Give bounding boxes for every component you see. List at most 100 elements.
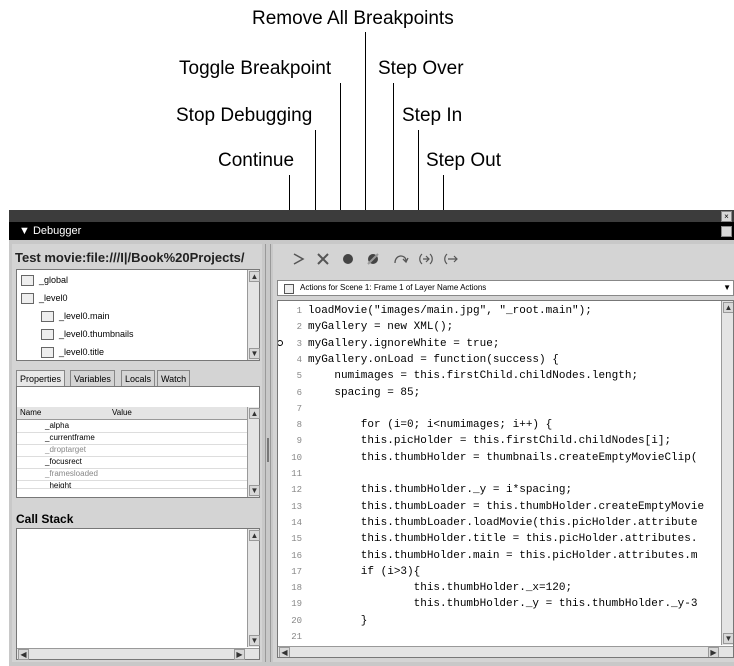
code-line[interactable]: 12 this.thumbHolder._y = i*spacing;	[278, 482, 723, 498]
script-icon	[284, 284, 294, 294]
stop-debugging-icon[interactable]	[314, 252, 332, 270]
code-line[interactable]: 5 numimages = this.firstChild.childNodes…	[278, 368, 723, 384]
code-line[interactable]: 9 this.picHolder = this.firstChild.child…	[278, 433, 723, 449]
scroll-left-icon[interactable]: ◀	[18, 649, 29, 660]
scroll-down-icon[interactable]: ▼	[723, 633, 733, 644]
toggle-breakpoint-callout: Toggle Breakpoint	[179, 58, 332, 79]
close-icon[interactable]: ×	[721, 211, 732, 222]
properties-scrollbar[interactable]: ▲ ▼	[247, 407, 260, 497]
code-text: myGallery.ignoreWhite = true;	[308, 337, 500, 350]
line-number: 5	[296, 371, 302, 382]
step-out-callout: Step Out	[426, 150, 501, 171]
chevron-down-icon[interactable]: ▼	[723, 281, 731, 295]
step-in-icon[interactable]	[417, 252, 435, 270]
code-text: spacing = 85;	[308, 386, 421, 399]
movieclip-icon	[41, 311, 54, 323]
code-text: this.picHolder = this.firstChild.childNo…	[308, 435, 672, 448]
code-line[interactable]: 13 this.thumbLoader = this.thumbHolder.c…	[278, 499, 723, 515]
code-line[interactable]: 19 this.thumbHolder._y = this.thumbHolde…	[278, 596, 723, 612]
properties-table: Name Value _alpha _currentframe _droptar…	[16, 386, 260, 498]
column-name: Name	[20, 408, 42, 417]
pane-splitter[interactable]	[265, 244, 271, 662]
splitter-grip[interactable]	[267, 438, 269, 462]
code-line[interactable]: 6 spacing = 85;	[278, 385, 723, 401]
line-number: 9	[296, 436, 302, 447]
code-text: if (i>3){	[308, 565, 421, 578]
line-number: 20	[291, 615, 302, 626]
scroll-up-icon[interactable]: ▲	[723, 302, 733, 313]
movieclip-icon	[21, 293, 34, 305]
tree-item[interactable]: _global	[21, 273, 68, 288]
scroll-up-icon[interactable]: ▲	[249, 530, 260, 541]
line-number: 6	[296, 387, 302, 398]
debugger-panel-header[interactable]: ▼ Debugger	[9, 222, 734, 240]
line-number: 13	[291, 501, 302, 512]
scroll-up-icon[interactable]: ▲	[249, 271, 260, 282]
code-hscrollbar[interactable]: ◀ ▶	[278, 646, 733, 657]
code-line[interactable]: 10 this.thumbHolder = thumbnails.createE…	[278, 450, 723, 466]
code-line[interactable]: 1 loadMovie("images/main.jpg", "_root.mai…	[278, 303, 723, 319]
tree-item[interactable]: _level0.main	[41, 309, 110, 324]
code-line[interactable]: 15 this.thumbHolder.title = this.picHold…	[278, 531, 723, 547]
code-line[interactable]: 7	[278, 401, 723, 417]
code-line[interactable]: 17 if (i>3){	[278, 564, 723, 580]
table-header: Name Value	[17, 407, 249, 420]
scroll-up-icon[interactable]: ▲	[249, 408, 260, 419]
scroll-right-icon[interactable]: ▶	[708, 647, 719, 657]
line-number: 16	[291, 550, 302, 561]
tree-item[interactable]: _level0	[21, 291, 68, 306]
movie-title: Test movie:file:///I|/Book%20Projects/	[15, 250, 245, 265]
line-number: 15	[291, 534, 302, 545]
code-text: this.thumbLoader = this.thumbHolder.crea…	[308, 500, 705, 513]
code-line[interactable]: 16 this.thumbHolder.main = this.picHolde…	[278, 548, 723, 564]
scroll-down-icon[interactable]: ▼	[249, 635, 260, 646]
tree-item[interactable]: _level0.title	[41, 345, 104, 360]
step-out-icon[interactable]	[442, 252, 460, 270]
panel-title: ▼ Debugger	[19, 225, 82, 237]
line-number: 19	[291, 599, 302, 610]
code-view[interactable]: 1 loadMovie("images/main.jpg", "_root.mai…	[277, 300, 734, 658]
scroll-right-icon[interactable]: ▶	[234, 649, 245, 660]
line-number: 17	[291, 566, 302, 577]
code-line[interactable]: 20 }	[278, 613, 723, 629]
code-text: for (i=0; i<numimages; i++) {	[308, 419, 553, 432]
code-line[interactable]: 14 this.thumbLoader.loadMovie(this.picHo…	[278, 515, 723, 531]
line-number: 7	[296, 403, 302, 414]
scroll-down-icon[interactable]: ▼	[249, 348, 260, 359]
code-scrollbar[interactable]: ▲ ▼	[721, 301, 733, 645]
table-row[interactable]: _height	[17, 480, 249, 489]
script-selector-label: Actions for Scene 1: Frame 1 of Layer Na…	[300, 283, 487, 292]
code-text: myGallery = new XML();	[308, 321, 454, 334]
step-over-callout: Step Over	[378, 58, 464, 79]
code-line[interactable]: 2 myGallery = new XML();	[278, 319, 723, 335]
step-over-icon[interactable]	[392, 252, 410, 270]
remove-all-breakpoints-icon[interactable]	[364, 252, 382, 270]
code-line[interactable]: 8 for (i=0; i<numimages; i++) {	[278, 417, 723, 433]
call-stack-hscrollbar[interactable]: ◀ ▶	[17, 648, 259, 660]
code-line[interactable]: 21	[278, 629, 723, 645]
code-line[interactable]: 3 myGallery.ignoreWhite = true;	[278, 336, 723, 352]
remove-all-breakpoints-callout: Remove All Breakpoints	[252, 8, 454, 29]
scroll-left-icon[interactable]: ◀	[279, 647, 290, 657]
toggle-breakpoint-icon[interactable]	[339, 252, 357, 270]
code-line[interactable]: 18 this.thumbHolder._x=120;	[278, 580, 723, 596]
code-text: this.thumbHolder.title = this.picHolder.…	[308, 533, 698, 546]
continue-icon[interactable]	[289, 252, 307, 270]
code-line[interactable]: 11	[278, 466, 723, 482]
left-pane: Test movie:file:///I|/Book%20Projects/ _…	[12, 244, 262, 662]
call-stack-scrollbar[interactable]: ▲ ▼	[247, 529, 260, 647]
line-number: 3	[296, 338, 302, 349]
line-number: 21	[291, 632, 302, 642]
panel-options-icon[interactable]	[721, 226, 732, 237]
line-number: 1	[296, 306, 302, 316]
code-text: this.thumbHolder.main = this.picHolder.a…	[308, 549, 698, 562]
display-list-tree: _global _level0 _level0.main _level0.thu…	[16, 269, 260, 361]
script-selector[interactable]: Actions for Scene 1: Frame 1 of Layer Na…	[277, 280, 734, 296]
scroll-down-icon[interactable]: ▼	[249, 485, 260, 496]
code-line[interactable]: 4 myGallery.onLoad = function(success) {	[278, 352, 723, 368]
line-number: 18	[291, 583, 302, 594]
tree-item[interactable]: _level0.thumbnails	[41, 327, 134, 342]
code-text: this.thumbHolder._y = i*spacing;	[308, 484, 573, 497]
tree-scrollbar[interactable]: ▲ ▼	[247, 270, 260, 360]
code-text: numimages = this.firstChild.childNodes.l…	[308, 370, 639, 383]
